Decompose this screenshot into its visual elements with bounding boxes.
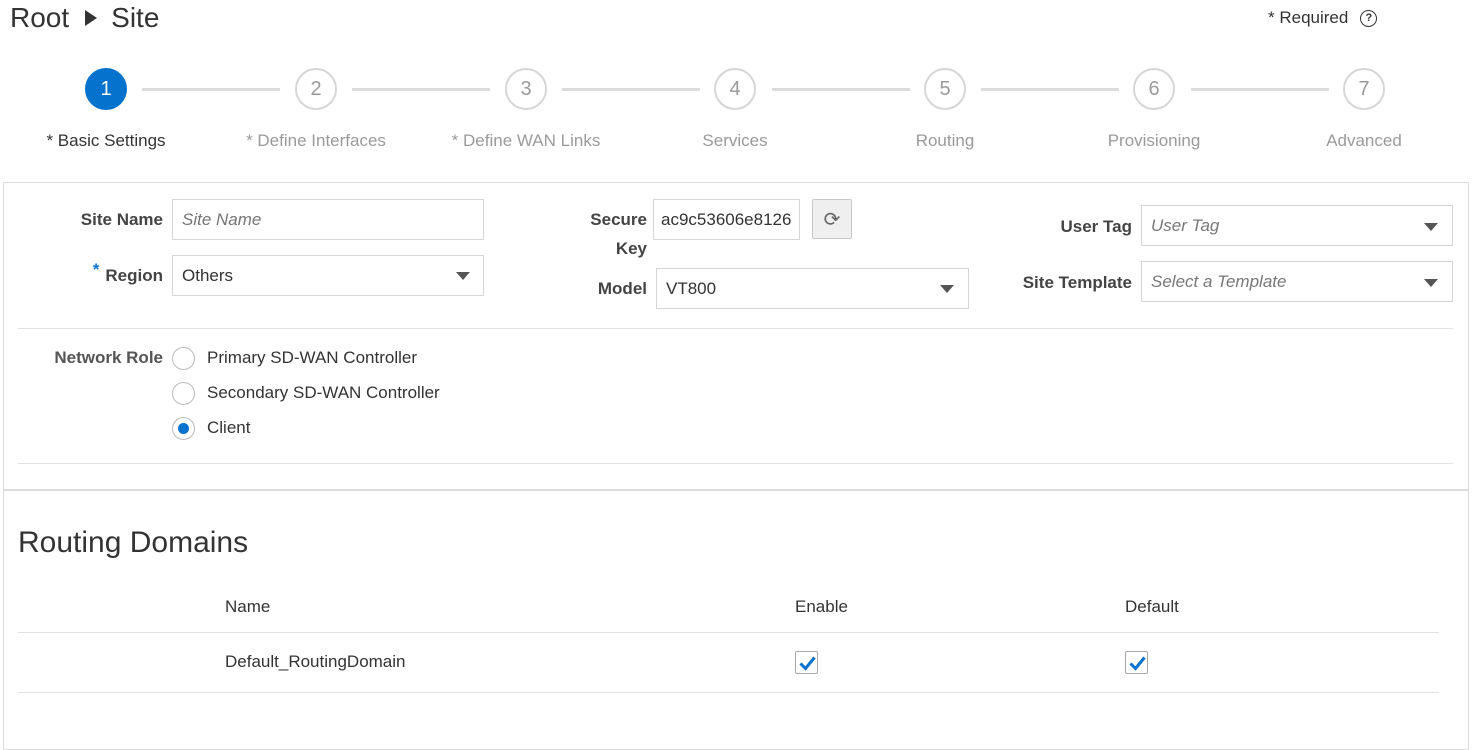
step-1-label[interactable]: * Basic Settings [6,131,206,151]
step-7-label[interactable]: Advanced [1264,131,1464,151]
region-value: Others [182,265,234,285]
required-marker: * [92,260,100,279]
breadcrumb-arrow-icon [85,10,98,26]
step-4-label[interactable]: Services [635,131,835,151]
region-select[interactable]: Others [172,255,484,296]
refresh-key-button[interactable]: ⟳ [812,199,852,239]
chevron-down-icon [940,285,954,293]
chevron-down-icon [456,272,470,280]
radio-secondary-controller-label[interactable]: Secondary SD-WAN Controller [207,383,440,403]
user-tag-label: User Tag [1060,217,1133,236]
step-connector [562,88,700,91]
model-select[interactable]: VT800 [656,268,969,309]
radio-client[interactable] [172,417,195,440]
site-name-input[interactable] [172,199,484,240]
required-label: * Required [1268,8,1349,27]
checkmark-icon [1129,656,1146,671]
user-tag-placeholder: User Tag [1151,215,1220,235]
step-2-label[interactable]: * Define Interfaces [216,131,416,151]
step-5-circle[interactable]: 5 [924,68,966,110]
step-6-label[interactable]: Provisioning [1054,131,1254,151]
default-checkbox[interactable] [1125,651,1148,674]
breadcrumb: Root Site [10,2,159,34]
step-connector [981,88,1119,91]
chevron-down-icon [1424,223,1438,231]
radio-primary-controller-label[interactable]: Primary SD-WAN Controller [207,348,417,368]
enable-checkbox[interactable] [795,651,818,674]
step-3-circle[interactable]: 3 [505,68,547,110]
radio-secondary-controller[interactable] [172,382,195,405]
user-tag-select[interactable]: User Tag [1141,205,1453,246]
step-connector [352,88,490,91]
site-template-placeholder: Select a Template [1151,271,1287,291]
table-header-divider [18,632,1439,633]
site-template-select[interactable]: Select a Template [1141,261,1453,302]
column-header-name: Name [225,597,271,616]
step-connector [1191,88,1329,91]
checkmark-icon [799,656,816,671]
step-7-circle[interactable]: 7 [1343,68,1385,110]
step-connector [142,88,280,91]
radio-client-label[interactable]: Client [207,418,250,438]
refresh-icon: ⟳ [823,208,841,231]
routing-domains-title: Routing Domains [18,526,249,559]
radio-primary-controller[interactable] [172,347,195,370]
question-circle-icon[interactable]: ? [1360,9,1378,27]
breadcrumb-current: Site [111,2,160,33]
step-1-circle[interactable]: 1 [85,68,127,110]
step-5-label[interactable]: Routing [845,131,1045,151]
site-template-label: Site Template [1022,273,1132,292]
routing-domain-name: Default_RoutingDomain [225,652,406,671]
model-label: Model [597,279,647,298]
network-role-label: Network Role [54,348,163,367]
step-3-label[interactable]: * Define WAN Links [426,131,626,151]
required-note: * Required ? [1268,8,1378,28]
chevron-down-icon [1424,279,1438,287]
secure-key-value: ac9c53606e8126 [661,209,792,229]
secure-key-label-line2: Key [615,239,647,258]
step-connector [772,88,910,91]
site-name-label: Site Name [80,210,163,229]
divider [18,328,1453,329]
divider [18,463,1453,464]
step-6-circle[interactable]: 6 [1133,68,1175,110]
step-4-circle[interactable]: 4 [714,68,756,110]
model-value: VT800 [666,278,717,298]
column-header-enable: Enable [795,597,848,616]
secure-key-label-line1: Secure [590,210,647,229]
region-label-text: Region [105,266,163,285]
region-label: * Region [40,260,163,286]
breadcrumb-root[interactable]: Root [10,2,69,34]
table-row-divider [18,692,1439,693]
column-header-default: Default [1125,597,1179,616]
secure-key-label: Secure Key [560,210,647,259]
secure-key-input[interactable]: ac9c53606e8126 [653,199,800,240]
step-2-circle[interactable]: 2 [295,68,337,110]
